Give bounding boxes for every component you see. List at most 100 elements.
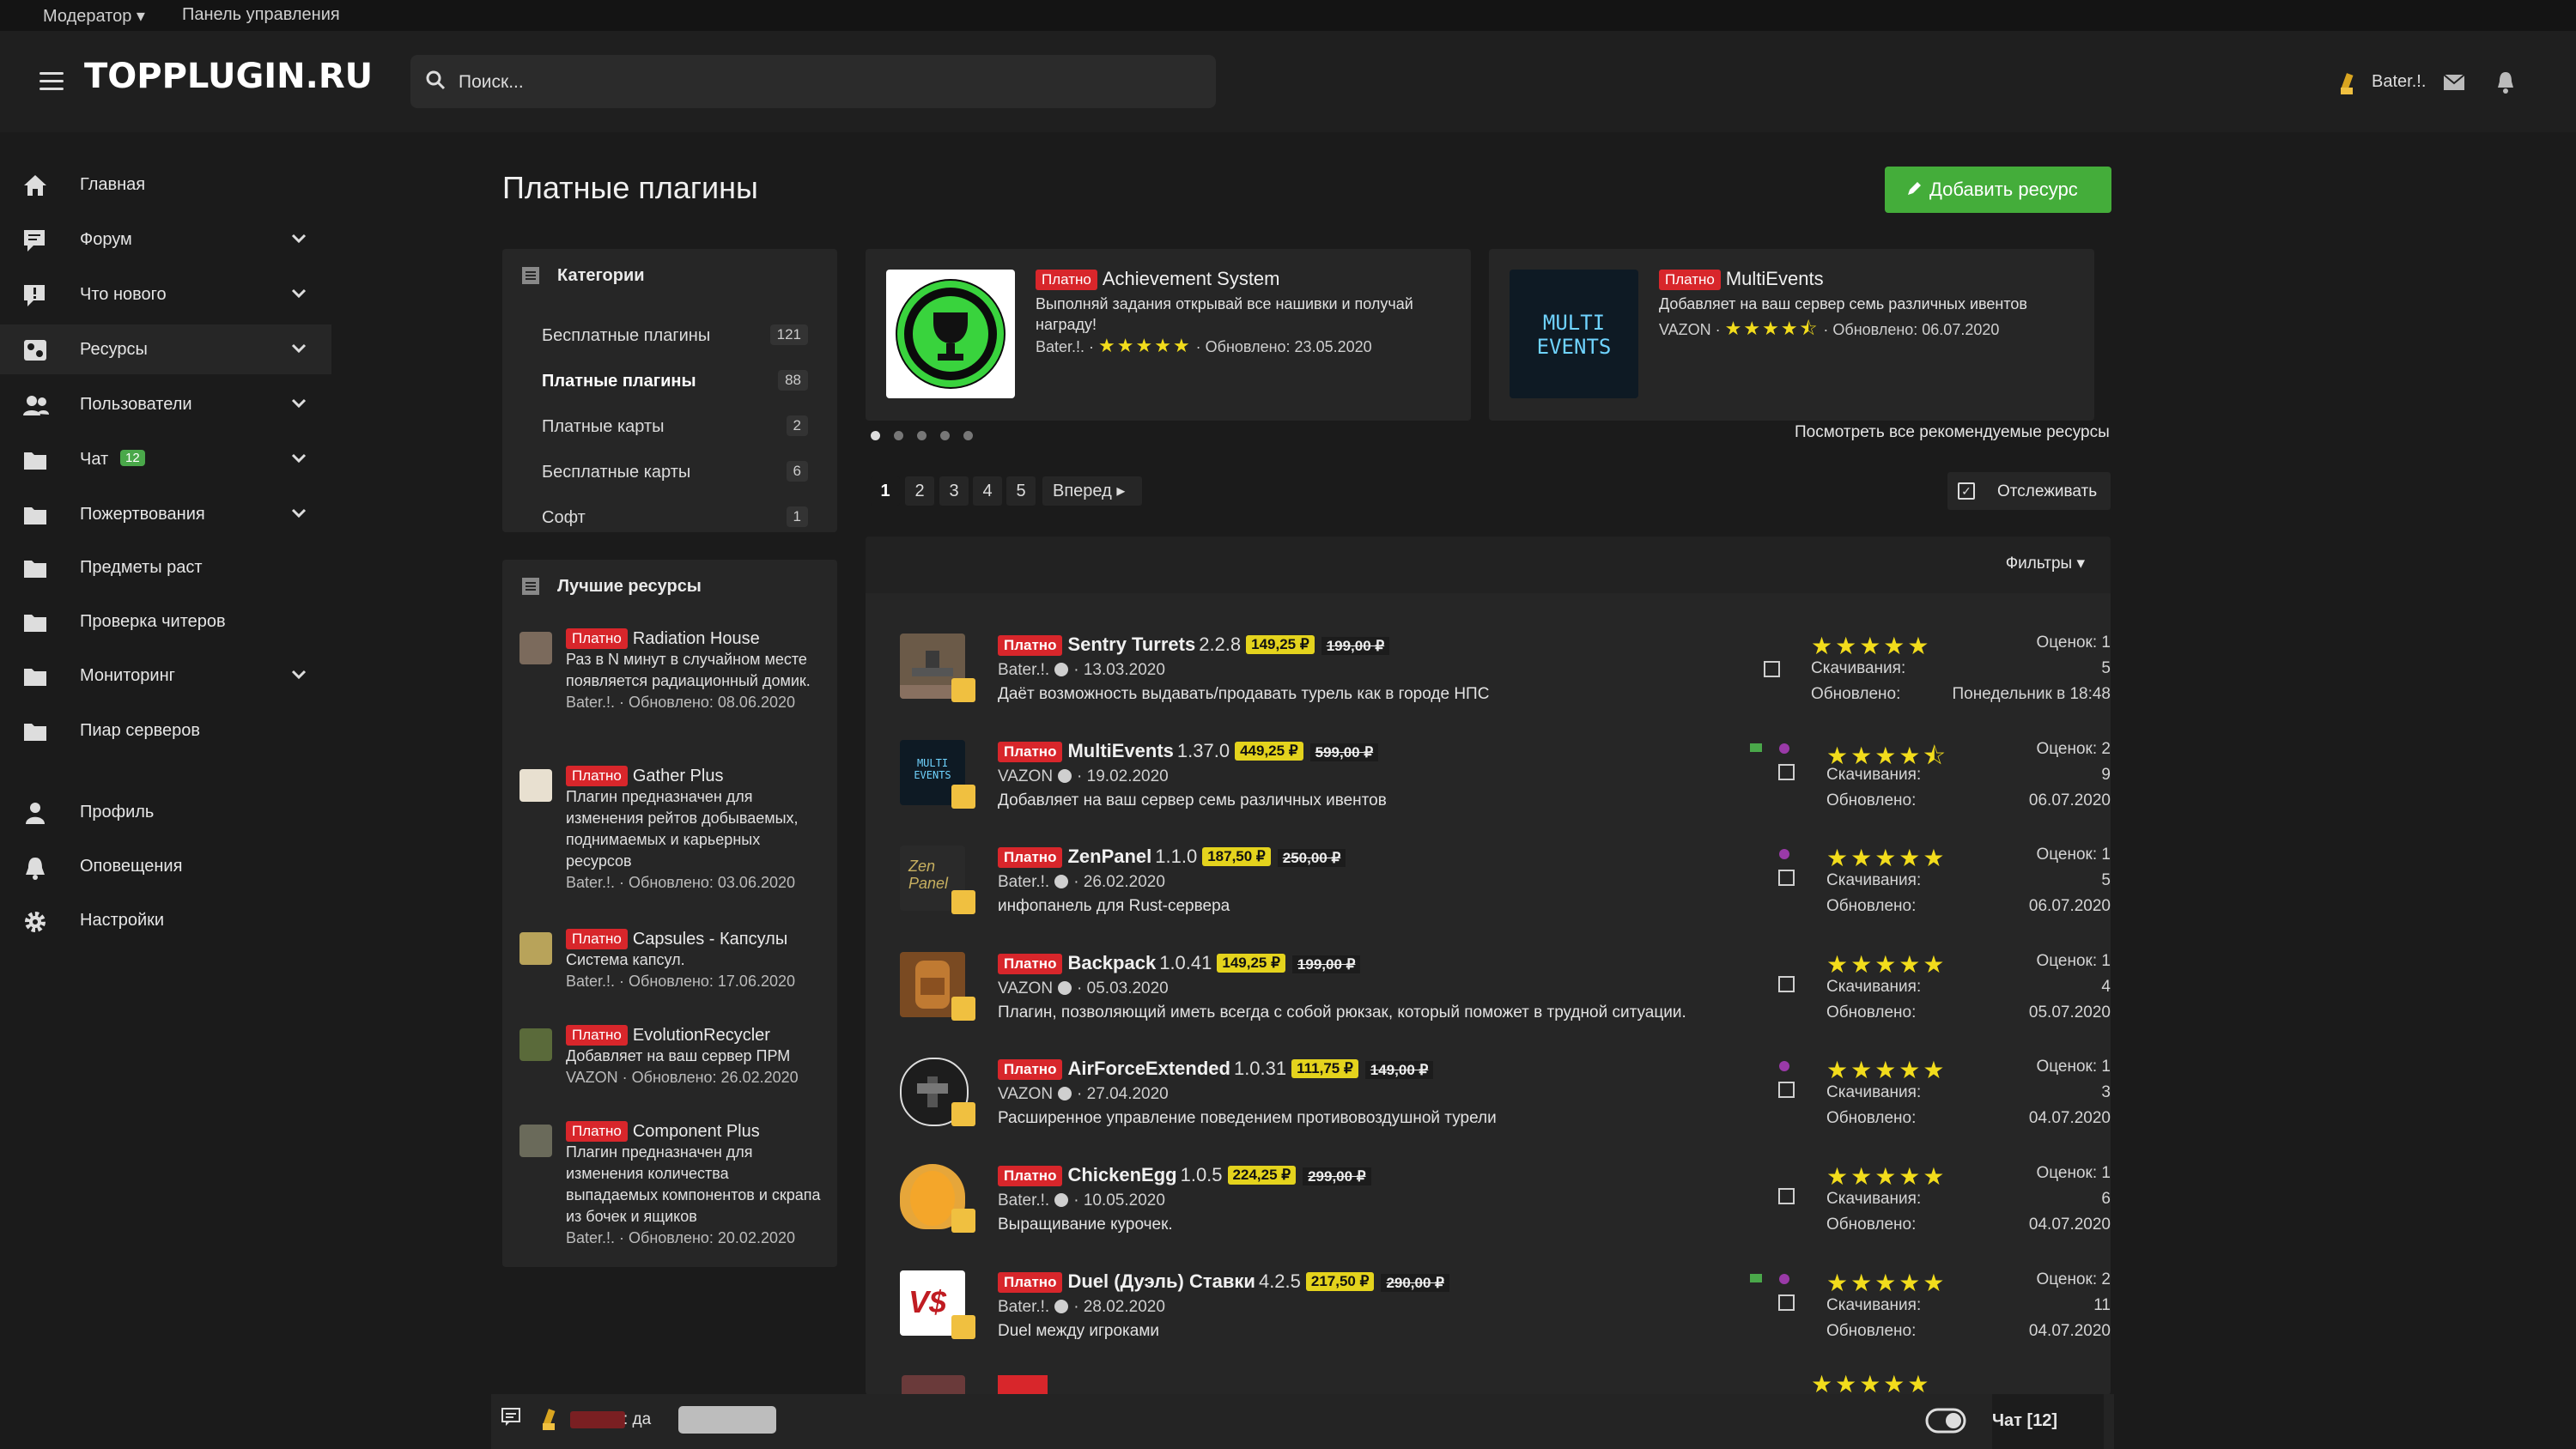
user-avatar-icon[interactable] <box>2337 70 2358 103</box>
chevron-down-icon[interactable] <box>290 230 307 250</box>
select-checkbox[interactable] <box>1778 1188 1795 1204</box>
resource-author[interactable]: VAZON <box>998 979 1053 997</box>
sidebar-item[interactable]: Главная <box>0 160 331 209</box>
chevron-down-icon[interactable] <box>290 450 307 470</box>
updated-label: Обновлено: <box>1811 685 1901 703</box>
next-page-button[interactable]: Вперед ▸ <box>1042 476 1142 506</box>
featured-card-2[interactable]: MULTI EVENTS Платно MultiEvents Добавляет… <box>1489 249 2094 421</box>
chevron-down-icon[interactable] <box>290 340 307 360</box>
resource-author[interactable]: Bater.!. <box>998 1191 1049 1210</box>
watch-button[interactable]: ✓ Отслеживать <box>1947 472 2111 510</box>
dashboard-link[interactable]: Панель управления <box>182 5 340 25</box>
username[interactable]: Bater.!. <box>2372 72 2426 92</box>
search-input[interactable] <box>457 67 1199 98</box>
mail-icon[interactable] <box>2443 74 2465 96</box>
sidebar-item[interactable]: Проверка читеров <box>0 597 331 646</box>
carousel-dot[interactable] <box>894 431 903 440</box>
sidebar-item[interactable]: Что нового <box>0 270 331 319</box>
page-button[interactable]: 4 <box>973 476 1002 506</box>
chevron-down-icon[interactable] <box>290 666 307 686</box>
bell-icon[interactable] <box>2495 70 2516 100</box>
best-resource-name[interactable]: Component Plus <box>633 1122 760 1141</box>
sidebar-item[interactable]: Пиар серверов <box>0 706 331 755</box>
best-resource-name[interactable]: Radiation House <box>633 629 760 648</box>
carousel-dot[interactable] <box>917 431 927 440</box>
best-resource-meta: Bater.!. · Обновлено: 17.06.2020 <box>566 973 795 990</box>
sidebar-item[interactable]: Форум <box>0 215 331 264</box>
price-badge: 187,50 ₽ <box>1202 847 1271 866</box>
resource-name[interactable]: MultiEvents <box>1067 740 1173 761</box>
chevron-down-icon[interactable] <box>290 395 307 415</box>
resource-thumbnail[interactable] <box>519 1125 552 1157</box>
resource-thumbnail[interactable] <box>519 769 552 802</box>
sidebar-item[interactable]: Мониторинг <box>0 651 331 700</box>
page-button[interactable]: 3 <box>939 476 969 506</box>
resource-name[interactable]: ZenPanel <box>1067 846 1151 867</box>
sidebar-item[interactable]: Пожертвования <box>0 489 331 539</box>
search-box[interactable] <box>410 55 1216 108</box>
select-checkbox[interactable] <box>1778 976 1795 992</box>
page-button[interactable]: 2 <box>905 476 934 506</box>
best-resource-name[interactable]: EvolutionRecycler <box>633 1026 770 1045</box>
sidebar-item[interactable]: Настройки <box>0 895 331 945</box>
filters-button[interactable]: Фильтры ▾ <box>2006 554 2085 573</box>
resource-author[interactable]: VAZON <box>998 767 1053 785</box>
add-resource-button[interactable]: Добавить ресурс <box>1885 167 2111 213</box>
category-item[interactable]: Бесплатные плагины 121 <box>542 324 808 346</box>
resource-name[interactable]: Backpack <box>1067 952 1156 973</box>
sidebar-item[interactable]: Профиль <box>0 787 331 837</box>
resource-author[interactable]: VAZON <box>998 1085 1053 1103</box>
featured-card-1[interactable]: Платно Achievement System Выполняй задани… <box>866 249 1471 421</box>
moderator-menu[interactable]: Модератор ▾ <box>43 5 145 27</box>
sidebar-item[interactable]: Оповещения <box>0 841 331 891</box>
menu-icon[interactable] <box>39 72 64 91</box>
sidebar-item[interactable]: Ресурсы <box>0 324 331 374</box>
resource-author[interactable]: Bater.!. <box>998 1298 1049 1316</box>
toggle-icon[interactable] <box>1925 1408 1966 1434</box>
site-logo[interactable]: TOPPLUGIN.RU <box>84 57 373 96</box>
category-item[interactable]: Платные плагины 88 <box>542 370 808 391</box>
resource-name[interactable]: ChickenEgg <box>1067 1164 1176 1185</box>
view-all-featured-link[interactable]: Посмотреть все рекомендуемые ресурсы <box>1795 423 2110 442</box>
page-button[interactable]: 5 <box>1006 476 1036 506</box>
sidebar-item[interactable]: Чат 12 <box>0 434 331 484</box>
featured-name[interactable]: MultiEvents <box>1726 268 1824 289</box>
category-item[interactable]: Софт 1 <box>542 506 808 528</box>
resource-thumbnail[interactable] <box>519 1028 552 1061</box>
updated-label: Обновлено: <box>1826 791 1917 809</box>
select-checkbox[interactable] <box>1764 661 1780 677</box>
resource-name[interactable]: AirForceExtended <box>1067 1058 1230 1079</box>
resource-author[interactable]: Bater.!. <box>998 661 1049 679</box>
featured-author[interactable]: Bater.!. <box>1036 338 1084 355</box>
resource-author[interactable]: Bater.!. <box>998 873 1049 891</box>
select-checkbox[interactable] <box>1778 1294 1795 1311</box>
sidebar-item[interactable]: Предметы раст <box>0 543 331 592</box>
resource-name[interactable]: Sentry Turrets <box>1067 634 1195 655</box>
chat-icon[interactable] <box>501 1408 522 1427</box>
moderator-label: Модератор <box>43 7 132 26</box>
select-checkbox[interactable] <box>1778 870 1795 886</box>
page-button[interactable]: 1 <box>871 476 900 506</box>
select-checkbox[interactable] <box>1778 1082 1795 1098</box>
select-checkbox[interactable] <box>1778 764 1795 780</box>
carousel-dot[interactable] <box>940 431 950 440</box>
category-item[interactable]: Бесплатные карты 6 <box>542 461 808 482</box>
sidebar-item[interactable]: Пользователи <box>0 379 331 429</box>
author-avatar-icon <box>951 1102 975 1126</box>
featured-author[interactable]: VAZON <box>1659 321 1711 338</box>
resource-name[interactable]: Duel (Дуэль) Ставки <box>1067 1270 1255 1292</box>
resource-thumbnail[interactable] <box>519 932 552 965</box>
best-resource-name[interactable]: Capsules - Капсулы <box>633 930 787 949</box>
best-resources-panel: Лучшие ресурсы Платно Radiation House Раз … <box>502 560 837 1267</box>
featured-name[interactable]: Achievement System <box>1103 268 1280 289</box>
chat-username[interactable] <box>570 1411 625 1428</box>
chevron-down-icon[interactable] <box>290 505 307 524</box>
best-resource-title: Платно Gather Plus <box>566 766 823 786</box>
chevron-down-icon[interactable] <box>290 285 307 305</box>
category-item[interactable]: Платные карты 2 <box>542 415 808 437</box>
carousel-dot[interactable] <box>871 431 880 440</box>
best-resource-name[interactable]: Gather Plus <box>633 767 724 785</box>
ratings-count: Оценок: 2 <box>2036 740 2111 758</box>
carousel-dot[interactable] <box>963 431 973 440</box>
resource-thumbnail[interactable] <box>519 632 552 664</box>
